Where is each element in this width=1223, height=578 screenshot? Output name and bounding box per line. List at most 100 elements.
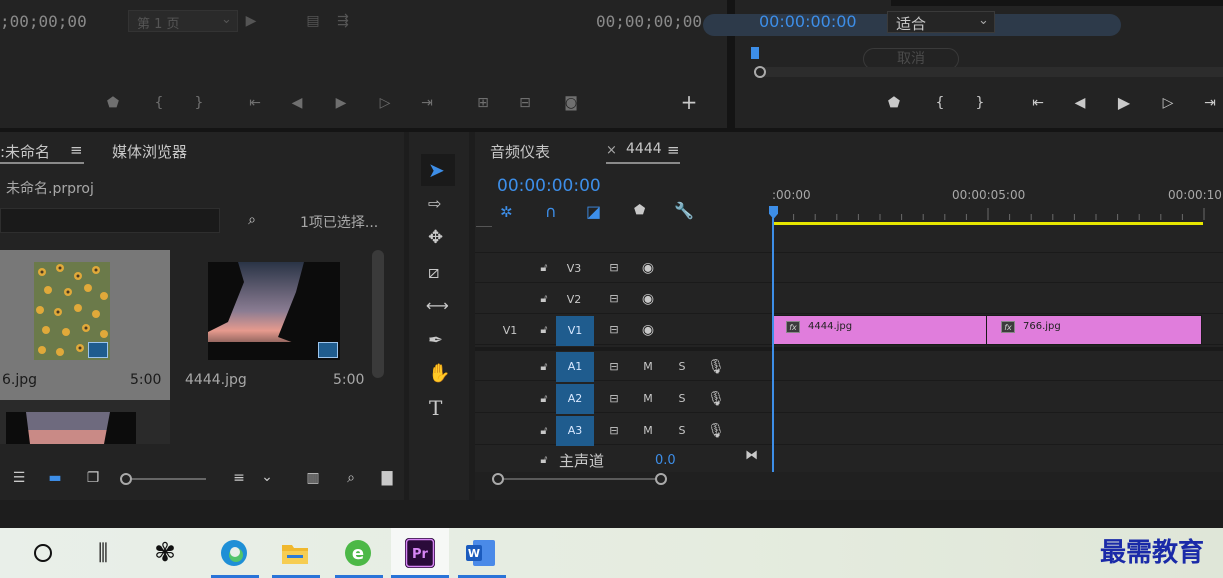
automate-sequence-icon[interactable]: ▥ xyxy=(302,468,324,488)
panel-menu-icon[interactable]: ≡ xyxy=(667,141,680,159)
project-item[interactable]: 4444.jpg 5:00 xyxy=(172,250,370,400)
add-button-icon[interactable]: + xyxy=(678,92,700,112)
mark-out-icon[interactable]: } xyxy=(188,93,210,113)
project-item-selected[interactable]: 6.jpg 5:00 xyxy=(0,250,170,400)
project-item[interactable] xyxy=(0,400,170,444)
add-marker-icon[interactable]: ⬟ xyxy=(102,93,124,113)
lock-icon[interactable]: 🔓︎ xyxy=(536,315,552,345)
find-icon[interactable]: ⌕ xyxy=(340,468,362,488)
timeline-clip[interactable]: fx 766.jpg xyxy=(986,315,1202,345)
razor-tool-icon[interactable]: ⧄ xyxy=(428,262,439,283)
microphone-icon[interactable]: 🎙︎ xyxy=(706,416,726,446)
task-view-icon[interactable]: ⫼ xyxy=(78,528,128,578)
tab-sequence[interactable]: 4444 xyxy=(626,141,662,157)
list-view-icon[interactable]: ☰ xyxy=(8,468,30,488)
mark-in-icon[interactable]: { xyxy=(929,93,951,113)
edge-icon[interactable] xyxy=(209,528,259,578)
add-marker-icon[interactable]: ⬟ xyxy=(634,203,645,218)
mark-out-icon[interactable]: } xyxy=(969,93,991,113)
sync-lock-icon[interactable]: ⊟ xyxy=(604,384,624,414)
sync-lock-icon[interactable]: ⊟ xyxy=(604,352,624,382)
lock-icon[interactable]: 🔓︎ xyxy=(536,445,552,475)
track-target-a3[interactable]: A3 xyxy=(556,416,594,446)
close-icon[interactable]: × xyxy=(606,143,617,158)
lock-icon[interactable]: 🔓︎ xyxy=(536,284,552,314)
slip-tool-icon[interactable]: ⟷ xyxy=(426,296,449,315)
play-icon[interactable]: ▶ xyxy=(1113,93,1135,113)
hand-tool-icon[interactable]: ✋ xyxy=(428,363,450,384)
search-bin-icon[interactable]: ⌕ xyxy=(241,210,263,230)
step-forward-icon[interactable]: ▷ xyxy=(1157,93,1179,113)
sync-lock-icon[interactable]: ⊟ xyxy=(604,416,624,446)
playhead-marker[interactable] xyxy=(751,47,759,59)
mute-button[interactable]: M xyxy=(638,416,658,446)
panel-menu-icon[interactable]: ≡ xyxy=(70,141,83,159)
zoom-handle-right[interactable] xyxy=(655,473,667,485)
snap-icon[interactable]: ∩ xyxy=(545,202,557,221)
zoom-slider-handle[interactable] xyxy=(120,473,132,485)
sync-lock-icon[interactable]: ⊟ xyxy=(604,284,624,314)
add-marker-icon[interactable]: ⬟ xyxy=(883,93,905,113)
lock-icon[interactable]: 🔓︎ xyxy=(536,384,552,414)
export-frame-icon[interactable]: ▤ xyxy=(302,11,324,31)
mark-in-icon[interactable]: { xyxy=(148,93,170,113)
search-icon[interactable] xyxy=(18,528,68,578)
step-back-icon[interactable]: ◀ xyxy=(286,93,308,113)
track-target-v1[interactable]: V1 xyxy=(556,316,594,346)
solo-button[interactable]: S xyxy=(672,384,692,414)
track-select-tool-icon[interactable]: ⇨ xyxy=(428,194,441,213)
program-timecode[interactable]: 00:00:00:00 xyxy=(759,12,857,31)
step-back-icon[interactable]: ◀ xyxy=(1069,93,1091,113)
zoom-slider[interactable] xyxy=(132,478,206,480)
eye-icon[interactable]: ◉ xyxy=(638,284,658,314)
track-target-a2[interactable]: A2 xyxy=(556,384,594,414)
camera-icon[interactable]: ◙ xyxy=(560,93,582,113)
tab-media-browser[interactable]: 媒体浏览器 xyxy=(112,141,187,162)
timeline-zoom-bar[interactable] xyxy=(498,478,662,480)
freeform-view-icon[interactable]: ❐ xyxy=(82,468,104,488)
mute-button[interactable]: M xyxy=(638,384,658,414)
nest-sequence-icon[interactable]: ✲ xyxy=(500,203,513,221)
type-tool-icon[interactable]: T xyxy=(429,396,442,420)
solo-button[interactable]: S xyxy=(672,416,692,446)
app-icon[interactable]: ✾ xyxy=(140,528,190,578)
lock-icon[interactable]: 🔓︎ xyxy=(536,352,552,382)
sync-lock-icon[interactable]: ⊟ xyxy=(604,315,624,345)
go-to-in-icon[interactable]: ⇤ xyxy=(1027,93,1049,113)
sync-lock-icon[interactable]: ⊟ xyxy=(604,253,624,283)
overwrite-icon[interactable]: ⊟ xyxy=(514,93,536,113)
search-input[interactable] xyxy=(0,208,220,233)
zoom-handle-left[interactable] xyxy=(492,473,504,485)
scrollbar[interactable] xyxy=(372,250,384,378)
timeline-timecode[interactable]: 00:00:00:00 xyxy=(497,176,601,196)
premiere-pro-icon[interactable]: Pr xyxy=(391,528,449,578)
tab-audio-meters[interactable]: 音频仪表 xyxy=(490,141,550,162)
wrench-icon[interactable]: 🔧 xyxy=(674,201,694,220)
solo-button[interactable]: S xyxy=(672,352,692,382)
icon-view-icon[interactable]: ▬ xyxy=(44,468,66,488)
lock-icon[interactable]: 🔓︎ xyxy=(536,253,552,283)
pen-tool-icon[interactable]: ✒ xyxy=(428,330,443,351)
time-ruler[interactable] xyxy=(772,204,1223,220)
tab-project[interactable]: :未命名 xyxy=(0,141,50,162)
new-bin-icon[interactable]: ▇ xyxy=(376,468,398,488)
collapse-tracks-icon[interactable]: ⧓ xyxy=(745,448,758,463)
program-scrub-bar[interactable] xyxy=(755,67,1223,77)
selection-tool-icon[interactable]: ➤ xyxy=(428,158,445,182)
go-to-in-icon[interactable]: ⇤ xyxy=(244,93,266,113)
file-explorer-icon[interactable] xyxy=(270,528,320,578)
linked-selection-icon[interactable]: ◪ xyxy=(586,202,601,221)
source-patch-v1[interactable]: V1 xyxy=(500,316,520,346)
fit-select[interactable]: 适合 ⌄ xyxy=(887,11,995,33)
timeline-clip[interactable]: fx 4444.jpg xyxy=(773,315,987,345)
master-volume-value[interactable]: 0.0 xyxy=(655,453,676,468)
chevron-down-icon[interactable]: ⌄ xyxy=(256,467,278,487)
eye-icon[interactable]: ◉ xyxy=(638,315,658,345)
microphone-icon[interactable]: 🎙︎ xyxy=(706,384,726,414)
lock-icon[interactable]: 🔓︎ xyxy=(536,416,552,446)
zoom-handle[interactable] xyxy=(754,66,766,78)
track-target-a1[interactable]: A1 xyxy=(556,352,594,382)
sort-icon[interactable]: ≡ xyxy=(228,468,250,488)
mute-button[interactable]: M xyxy=(638,352,658,382)
go-to-out-icon[interactable]: ⇥ xyxy=(416,93,438,113)
